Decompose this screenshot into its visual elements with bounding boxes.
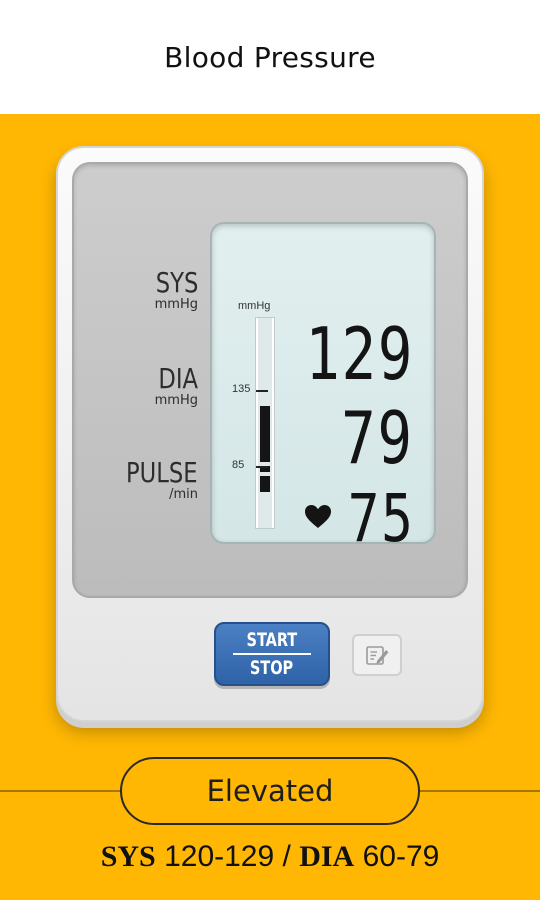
status-category: Elevated — [206, 774, 334, 808]
bp-monitor-device: SYS mmHg DIA mmHg PULSE /min mmHg 135 85… — [56, 146, 484, 722]
bar-tick-label-high: 135 — [232, 383, 251, 395]
reading-labels: SYS mmHg DIA mmHg PULSE /min — [74, 164, 204, 600]
dia-unit: mmHg — [154, 393, 198, 408]
bar-unit-label: mmHg — [238, 300, 271, 312]
pressure-bar — [256, 318, 274, 528]
range-sys-value: 120-129 — [164, 840, 275, 873]
page-title: Blood Pressure — [164, 40, 376, 74]
range-sys-key: SYS — [100, 840, 156, 873]
pulse-label-group: PULSE /min — [118, 458, 198, 502]
lcd-screen: mmHg 135 85 129 79 75 — [210, 222, 436, 552]
pressure-bar-fill-upper — [260, 406, 270, 462]
start-label: START — [246, 629, 298, 651]
start-stop-button[interactable]: START STOP — [214, 622, 330, 686]
dia-label: DIA — [158, 362, 198, 395]
sys-unit: mmHg — [154, 297, 198, 312]
sys-label: SYS — [155, 266, 198, 299]
dia-label-group: DIA mmHg — [154, 364, 198, 408]
heart-icon — [305, 505, 331, 528]
pulse-value: 75 — [347, 480, 414, 557]
monitor-panel: SYS mmHg DIA mmHg PULSE /min mmHg 135 85… — [72, 162, 468, 598]
edit-button[interactable] — [352, 634, 402, 676]
pulse-unit: /min — [169, 487, 198, 502]
bar-tick-label-low: 85 — [232, 459, 245, 471]
stop-label: STOP — [250, 657, 294, 679]
range-dia-key: DIA — [299, 840, 355, 873]
dia-value: 79 — [341, 396, 414, 480]
pressure-bar-fill-lower — [260, 476, 270, 492]
sys-value: 129 — [305, 312, 414, 396]
edit-icon — [366, 646, 389, 665]
bar-tick-low — [256, 466, 268, 468]
sys-label-group: SYS mmHg — [151, 268, 198, 312]
app-header: Blood Pressure — [0, 0, 540, 114]
status-badge: Elevated — [120, 757, 420, 825]
range-description: SYS 120-129 / DIA 60-79 — [0, 840, 540, 874]
button-separator — [233, 653, 311, 655]
range-separator: / — [282, 840, 291, 873]
pulse-label: PULSE — [126, 456, 198, 489]
bar-tick-high — [256, 390, 268, 392]
main-area: SYS mmHg DIA mmHg PULSE /min mmHg 135 85… — [0, 114, 540, 900]
range-dia-value: 60-79 — [362, 840, 440, 873]
